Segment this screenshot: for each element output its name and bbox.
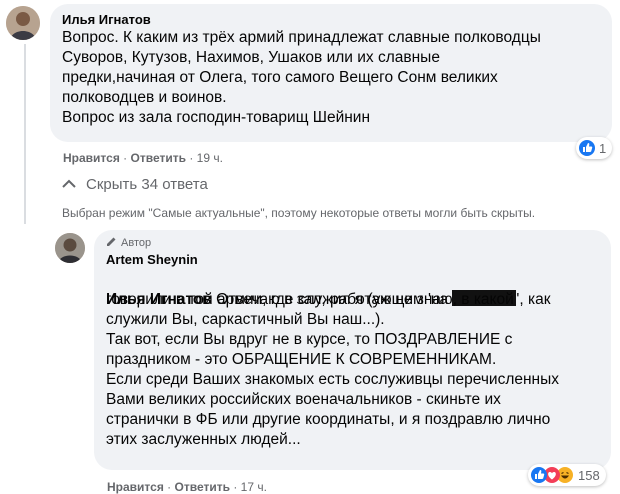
separator-dot: ·	[189, 151, 197, 165]
comment-time[interactable]: 19 ч.	[197, 151, 223, 165]
like-link[interactable]: Нравится	[63, 151, 120, 165]
like-reaction-icon	[531, 467, 547, 483]
like-link[interactable]: Нравится	[107, 480, 164, 494]
reaction-badge[interactable]: 158	[528, 464, 606, 486]
comment-text: Вопрос. К каким из трёх армий принадлежа…	[62, 29, 541, 126]
reaction-count: 1	[599, 140, 607, 156]
comment-bubble-artem: Автор Artem Sheynin Илья Игнатов Отвечаю…	[94, 230, 611, 470]
comment-time[interactable]: 17 ч.	[241, 480, 267, 494]
reply-link[interactable]: Ответить	[131, 151, 186, 165]
comment-text: говорили в той армии, где служил я (уж н…	[106, 291, 560, 448]
avatar-ilya[interactable]	[6, 6, 40, 40]
separator-dot: ·	[233, 480, 241, 494]
comment-author[interactable]: Artem Sheynin	[106, 252, 198, 267]
hide-replies-label: Скрыть 34 ответа	[86, 176, 208, 193]
reaction-count: 158	[578, 467, 600, 483]
separator-dot: ·	[123, 151, 131, 165]
like-reaction-icon	[579, 140, 595, 156]
comment-actions: Нравится · Ответить · 19 ч.	[63, 151, 223, 165]
comment-author[interactable]: Илья Игнатов	[62, 12, 151, 27]
author-badge: Автор	[106, 236, 151, 250]
author-badge-label: Автор	[121, 237, 152, 249]
pencil-icon	[106, 236, 117, 250]
reply-link[interactable]: Ответить	[175, 480, 230, 494]
hide-replies-button[interactable]: Скрыть 34 ответа	[62, 176, 208, 193]
avatar-artem[interactable]	[55, 233, 85, 263]
separator-dot: ·	[167, 480, 175, 494]
chevron-up-icon	[62, 176, 76, 193]
thread-line	[24, 44, 26, 224]
comment-actions: Нравится · Ответить · 17 ч.	[107, 480, 267, 494]
reaction-badge[interactable]: 1	[576, 137, 613, 159]
mode-notice: Выбран режим "Самые актуальные", поэтому…	[62, 206, 536, 220]
comment-bubble-ilya: Илья Игнатов Вопрос. К каким из трёх арм…	[50, 4, 612, 142]
